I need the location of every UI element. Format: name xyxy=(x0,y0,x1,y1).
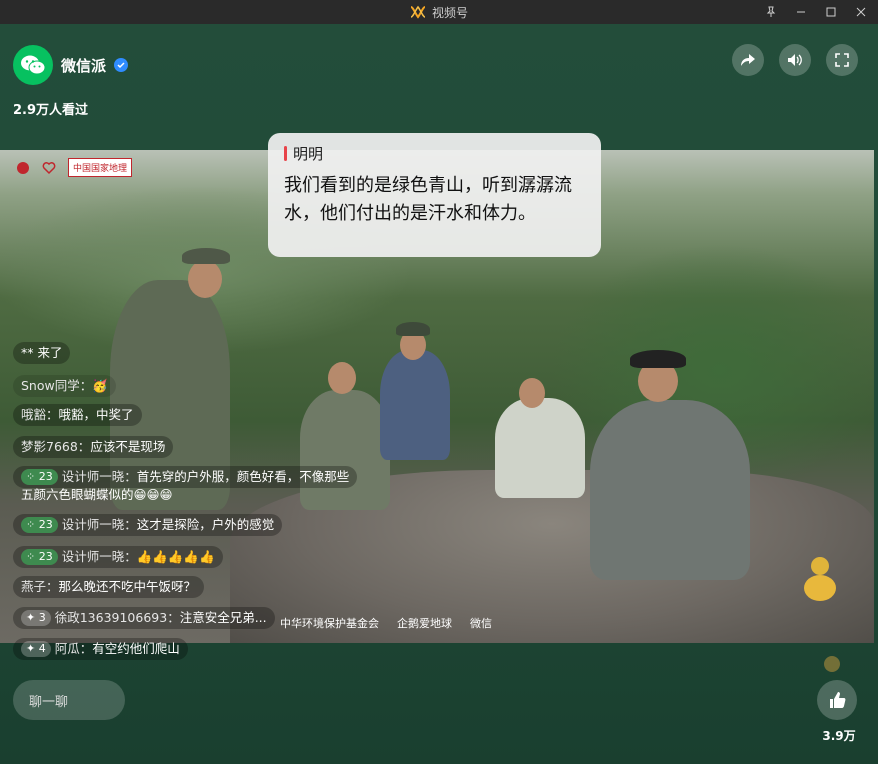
level-badge: ⁘ 23 xyxy=(21,517,58,533)
comment-item: 五颜六色眼蝴蝶似的😁😁😁 xyxy=(21,487,173,502)
volume-icon xyxy=(788,54,802,66)
comment-item: ✦ 4 阿瓜：有空约他们爬山 xyxy=(13,638,188,660)
sponsor-logos-top: 中国国家地理 xyxy=(16,158,133,177)
sponsor-logos-bottom: 中华环境保护基金会 企鹅爱地球 微信 xyxy=(280,615,492,631)
comment-item: ⁘ 23 设计师一晓：这才是探险，户外的感觉 xyxy=(13,514,283,536)
verified-icon xyxy=(114,58,129,72)
close-button[interactable] xyxy=(854,5,868,19)
heart-logo-icon xyxy=(42,161,56,174)
live-stage: 微信派 2.9万人看过 中国国家地理 中华环境保护基金会 企鹅爱地球 微信 明明… xyxy=(0,24,878,764)
caption-card: 明明 我们看到的是绿色青山，听到潺潺流水，他们付出的是汗水和体力。 xyxy=(268,133,601,257)
comment-item: ** 来了 xyxy=(13,342,71,364)
sponsor-label: 中华环境保护基金会 xyxy=(280,617,379,630)
sponsor-top-label: 中国国家地理 xyxy=(68,158,133,177)
caption-speaker: 明明 xyxy=(293,145,324,163)
flower-logo-icon xyxy=(17,161,29,174)
volume-button[interactable] xyxy=(779,44,811,76)
sponsor-label: 微信 xyxy=(470,617,492,630)
channels-logo-icon xyxy=(410,5,426,19)
avatar[interactable] xyxy=(13,45,53,85)
comment-item: ✦ 3 徐政13639106693：注意安全兄弟... xyxy=(13,607,275,629)
pin-icon[interactable] xyxy=(764,5,778,19)
view-count: 2.9万人看过 xyxy=(13,103,89,118)
mascot-icon xyxy=(804,557,836,601)
comment-item: 哦豁：哦豁，中奖了 xyxy=(13,404,142,426)
minimize-button[interactable] xyxy=(794,5,808,19)
thumbs-up-icon xyxy=(830,692,846,708)
comment-item: ⁘ 23 设计师一晓：👍👍👍👍👍 xyxy=(13,546,223,568)
speaker-marker xyxy=(284,146,287,161)
person-figure xyxy=(380,322,450,460)
sponsor-label: 企鹅爱地球 xyxy=(397,617,452,630)
maximize-button[interactable] xyxy=(824,5,838,19)
window-title: 视频号 xyxy=(431,5,468,20)
fullscreen-button[interactable] xyxy=(826,44,858,76)
channel-name[interactable]: 微信派 xyxy=(61,55,106,76)
person-figure xyxy=(590,350,750,580)
comment-item: 燕子：那么晚还不吃中午饭呀？ xyxy=(13,576,205,598)
person-figure xyxy=(495,378,585,498)
chat-input[interactable]: 聊一聊 xyxy=(13,680,125,720)
level-badge: ⁘ 23 xyxy=(21,549,58,565)
wechat-icon xyxy=(21,55,46,75)
caption-text: 我们看到的是绿色青山，听到潺潺流水，他们付出的是汗水和体力。 xyxy=(284,175,572,224)
share-button[interactable] xyxy=(732,44,764,76)
person-figure xyxy=(300,362,390,510)
share-icon xyxy=(741,54,755,66)
title-bar: 视频号 xyxy=(0,0,878,24)
level-badge: ⁘ 23 xyxy=(21,469,58,485)
like-button[interactable] xyxy=(817,680,857,720)
comment-item: 梦影7668：应该不是现场 xyxy=(13,436,174,458)
comment-item: Snow同学：🥳 xyxy=(13,375,116,397)
channel-info[interactable]: 微信派 xyxy=(13,45,129,85)
fullscreen-icon xyxy=(835,53,849,67)
level-badge: ✦ 3 xyxy=(21,610,51,626)
like-count: 3.9万 xyxy=(822,729,856,743)
reaction-emoji-icon xyxy=(824,656,840,672)
level-badge: ✦ 4 xyxy=(21,641,51,657)
